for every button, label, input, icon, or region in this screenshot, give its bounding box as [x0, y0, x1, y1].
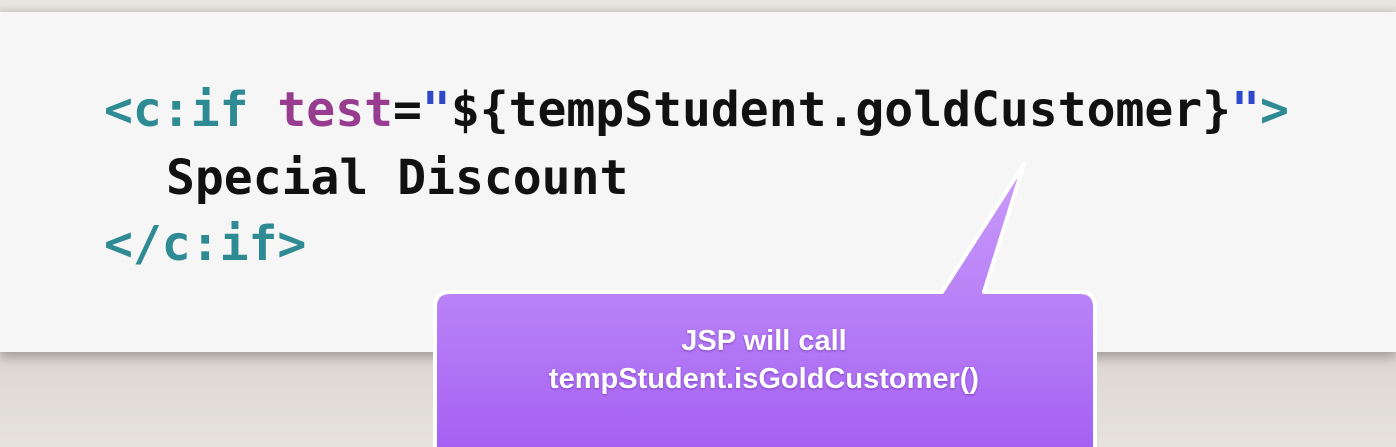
callout-text: JSP will call tempStudent.isGoldCustomer…	[434, 322, 1094, 398]
callout-shape	[433, 162, 1097, 447]
callout-line-1: JSP will call	[681, 325, 847, 357]
callout-line-2: tempStudent.isGoldCustomer()	[548, 363, 980, 395]
